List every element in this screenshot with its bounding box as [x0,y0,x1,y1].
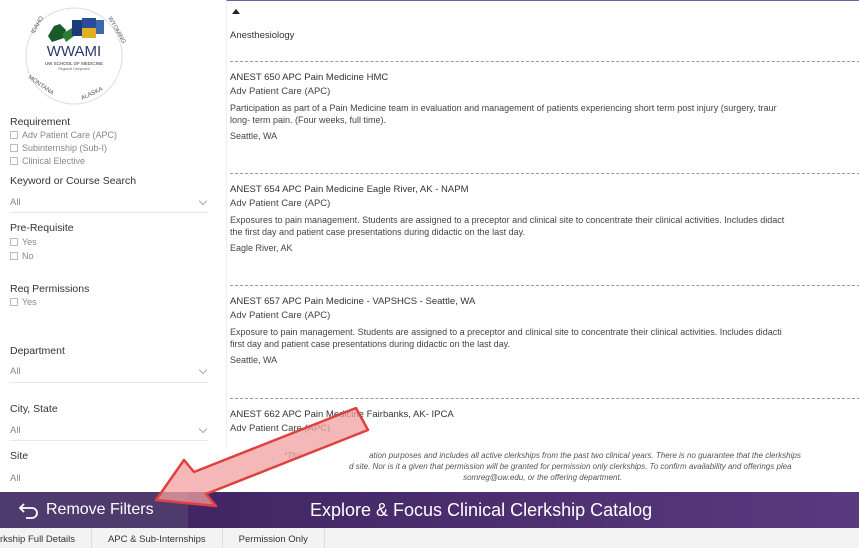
course-item[interactable]: ANEST 654 APC Pain Medicine Eagle River,… [230,183,859,254]
divider [230,285,859,286]
city-title: City, State [10,403,58,415]
wwami-logo: WWAMI UW SCHOOL OF MEDICINE Regional Cam… [25,7,127,105]
course-requirement: Adv Patient Care (APC) [230,310,331,321]
course-description: Exposure to pain management. Students ar… [230,327,782,337]
checkbox[interactable] [10,144,18,152]
course-description: Participation as part of a Pain Medicine… [230,103,777,113]
keyword-dropdown[interactable]: All [10,193,210,211]
reqperm-title: Req Permissions [10,283,90,295]
reset-arrow-icon [18,503,38,519]
checkbox[interactable] [10,238,18,246]
chevron-down-icon [198,424,208,433]
divider [230,173,859,174]
logo-title: WWAMI [47,43,101,60]
svg-text:MONTANA: MONTANA [27,75,55,97]
divider [10,382,208,383]
scroll-up-icon[interactable] [232,9,240,14]
course-description-cont: first day and patient case presentations… [230,339,511,349]
checkbox[interactable] [10,252,18,260]
chevron-down-icon [198,196,208,205]
course-requirement: Adv Patient Care (APC) [230,86,331,97]
course-list-panel: Anesthesiology ANEST 650 APC Pain Medici… [220,0,859,492]
prereq-option-no[interactable]: No [10,251,34,261]
svg-text:ALASKA: ALASKA [80,87,104,102]
reqperm-option-yes[interactable]: Yes [10,297,37,307]
prereq-option-yes[interactable]: Yes [10,237,37,247]
course-description: Exposures to pain management. Students a… [230,215,785,225]
course-item[interactable]: ANEST 650 APC Pain Medicine HMC Adv Pati… [230,71,859,142]
tab-apc-subinternships[interactable]: APC & Sub-Internships [92,528,223,548]
department-heading: Anesthesiology [230,30,295,41]
divider [230,61,859,62]
svg-text:Regional Campuses: Regional Campuses [58,67,90,71]
disclaimer: *This ation purposes and includes all ac… [284,451,801,482]
requirement-title: Requirement [10,116,71,128]
department-title: Department [10,345,65,357]
app-title: Explore & Focus Clinical Clerkship Catal… [310,499,653,520]
course-requirement: Adv Patient Care (APC) [230,198,331,209]
course-description-cont: long- term pain. (Four weeks, full time)… [230,115,387,125]
checkbox[interactable] [10,157,18,165]
svg-text:WYOMING: WYOMING [106,16,126,45]
keyword-title: Keyword or Course Search [10,175,137,187]
course-title: ANEST 657 APC Pain Medicine - VAPSHCS - … [230,296,476,307]
remove-filters-button[interactable]: Remove Filters [0,492,188,528]
divider [230,398,859,399]
course-description-cont: the first day and patient case presentat… [230,227,526,237]
svg-text:IDAHO: IDAHO [31,15,46,35]
requirement-option-apc[interactable]: Adv Patient Care (APC) [10,130,117,140]
course-location: Seattle, WA [230,131,278,141]
course-title: ANEST 650 APC Pain Medicine HMC [230,72,389,83]
course-list[interactable]: Anesthesiology ANEST 650 APC Pain Medici… [226,0,859,448]
checkbox[interactable] [10,131,18,139]
course-title: ANEST 654 APC Pain Medicine Eagle River,… [230,184,469,195]
course-item[interactable]: ANEST 662 APC Pain Medicine Fairbanks, A… [230,408,859,436]
chevron-down-icon [198,365,208,374]
course-location: Eagle River, AK [230,243,293,253]
divider [10,440,208,441]
course-title: ANEST 662 APC Pain Medicine Fairbanks, A… [230,409,454,420]
requirement-option-elective[interactable]: Clinical Elective [10,156,85,166]
site-dropdown[interactable]: All [10,469,210,487]
course-item[interactable]: ANEST 657 APC Pain Medicine - VAPSHCS - … [230,295,859,366]
prereq-title: Pre-Requisite [10,222,74,234]
page-tabs: rkship Full Details APC & Sub-Internship… [0,528,859,548]
tab-permission-only[interactable]: Permission Only [223,528,325,548]
site-title: Site [10,450,29,462]
checkbox[interactable] [10,298,18,306]
divider [10,212,208,213]
city-dropdown[interactable]: All [10,421,210,439]
requirement-option-subi[interactable]: Subinternship (Sub-I) [10,143,107,153]
department-dropdown[interactable]: All [10,362,210,380]
course-requirement: Adv Patient Care (APC) [230,423,331,434]
svg-text:UW SCHOOL OF MEDICINE: UW SCHOOL OF MEDICINE [45,61,103,66]
tab-full-details[interactable]: rkship Full Details [0,528,92,548]
app-header-bar: Remove Filters Explore & Focus Clinical … [0,492,859,528]
filter-sidebar: WWAMI UW SCHOOL OF MEDICINE Regional Cam… [0,0,214,492]
course-location: Seattle, WA [230,355,278,365]
